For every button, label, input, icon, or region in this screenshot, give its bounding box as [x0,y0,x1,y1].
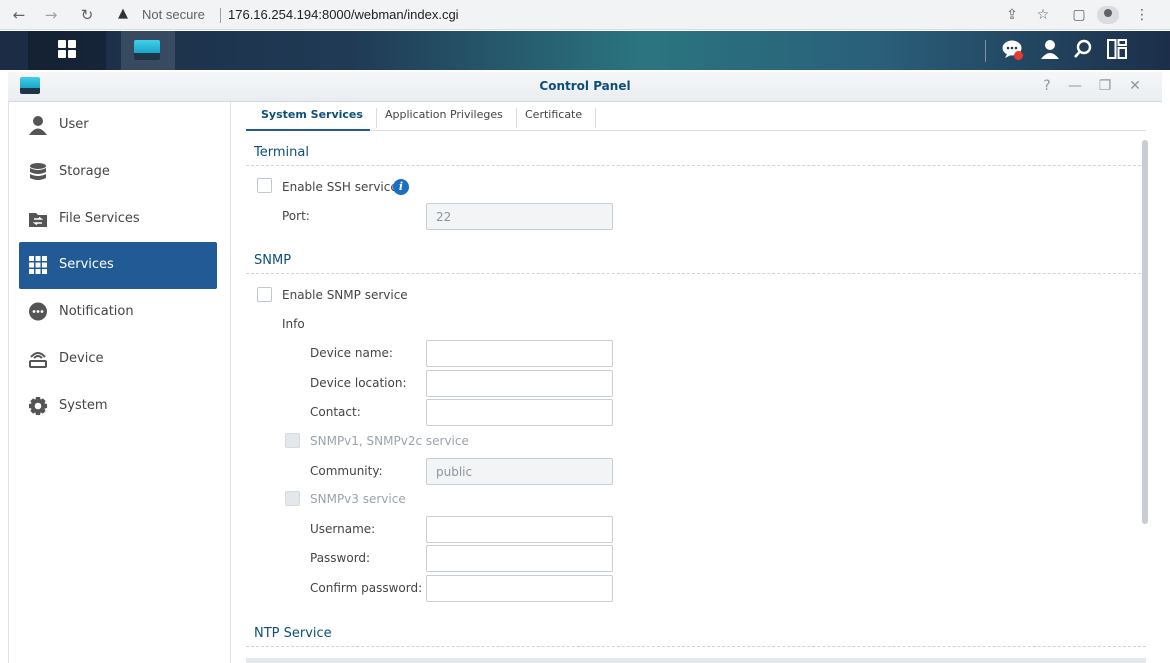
file-services-icon [28,209,48,229]
active-tab-indicator [246,129,370,131]
port-field[interactable]: 22 [426,203,613,230]
sidebar-item-device[interactable]: Device [19,336,217,383]
sidebar: User Storage File Services Services Noti… [8,102,231,663]
tab-system-services[interactable]: System Services [248,108,377,128]
snmp-v1v2c-label: SNMPv1, SNMPv2c service [310,434,469,448]
device-name-field[interactable] [426,340,613,367]
sidebar-item-label: Device [59,351,104,366]
snmp-v1v2c-checkbox[interactable] [285,433,300,448]
snmp-info-label: Info [282,317,305,331]
contact-field[interactable] [426,399,613,426]
enable-snmp-checkbox[interactable] [257,287,272,302]
system-icon [28,396,48,416]
maximize-icon[interactable]: ❐ [1096,77,1114,95]
address-bar[interactable]: ▲ Not secure 176.16.254.194:8000/webman/… [108,3,1108,27]
username-label: Username: [310,522,376,536]
port-label: Port: [282,209,310,223]
browser-toolbar: ← → ↻ ▲ Not secure 176.16.254.194:8000/w… [0,0,1170,30]
sidebar-item-label: Notification [59,304,134,319]
sidebar-item-file-services[interactable]: File Services [19,196,217,243]
kebab-menu-icon[interactable]: ⋮ [1131,4,1153,26]
widgets-icon[interactable] [1104,39,1130,63]
section-title-terminal: Terminal [254,145,309,160]
window-title: Control Panel [539,79,631,93]
main-menu-icon [58,40,76,58]
sidebar-item-label: User [59,117,89,132]
content-scrollbar[interactable] [1142,140,1148,524]
search-icon[interactable] [1070,39,1096,63]
main-content: System Services Application Privileges C… [232,102,1162,663]
sidebar-item-storage[interactable]: Storage [19,149,217,196]
enable-ssh-checkbox[interactable] [257,178,272,193]
device-icon [28,349,48,369]
back-arrow-icon[interactable]: ← [8,4,30,26]
sidebar-item-label: Storage [59,164,110,179]
services-icon [28,255,48,275]
warning-icon: ▲ [118,6,128,21]
confirm-password-field[interactable] [426,575,613,602]
sidebar-item-label: File Services [59,211,140,226]
taskbar-control-panel-button[interactable] [121,31,175,70]
password-field[interactable] [426,545,613,572]
device-location-label: Device location: [310,376,407,390]
profile-avatar-icon[interactable] [1097,6,1119,24]
info-icon[interactable]: i [393,179,409,195]
snmp-v3-checkbox[interactable] [285,491,300,506]
section-title-ntp: NTP Service [254,626,332,641]
notification-icon [28,302,48,322]
storage-icon [28,162,48,182]
security-label: Not secure [142,7,205,22]
tab-bar: System Services Application Privileges C… [246,102,1146,131]
user-menu-icon[interactable] [1037,39,1063,63]
sidebar-item-label: Services [59,257,114,272]
tab-certificate[interactable]: Certificate [512,108,597,128]
community-field[interactable]: public [426,458,613,485]
section-title-snmp: SNMP [254,253,292,268]
tab-application-privileges[interactable]: Application Privileges [372,108,517,128]
password-label: Password: [310,551,371,565]
sidebar-item-label: System [59,398,108,413]
side-panel-icon[interactable]: ▢ [1068,4,1090,26]
sidebar-item-services[interactable]: Services [19,242,217,289]
device-location-field[interactable] [426,370,613,397]
control-panel-icon [134,40,160,60]
sidebar-item-user[interactable]: User [19,102,217,149]
contact-label: Contact: [310,405,361,419]
window-titlebar[interactable]: Control Panel ? — ❐ ✕ [8,72,1162,102]
sidebar-item-notification[interactable]: Notification [19,289,217,336]
reload-icon[interactable]: ↻ [76,4,98,26]
confirm-password-label: Confirm password: [310,581,423,595]
username-field[interactable] [426,516,613,543]
sidebar-item-system[interactable]: System [19,383,217,430]
device-name-label: Device name: [310,346,393,360]
dsm-taskbar [0,31,1170,70]
snmp-v3-label: SNMPv3 service [310,492,406,506]
share-icon[interactable]: ⇪ [1001,4,1023,26]
minimize-icon[interactable]: — [1066,77,1084,95]
main-menu-button[interactable] [28,31,106,70]
enable-ssh-label: Enable SSH service [282,180,398,194]
help-icon[interactable]: ? [1038,77,1056,95]
close-icon[interactable]: ✕ [1126,77,1144,95]
notification-badge [1014,51,1023,60]
enable-snmp-label: Enable SNMP service [282,288,408,302]
user-icon [28,115,48,135]
forward-arrow-icon[interactable]: → [40,4,62,26]
bookmark-star-icon[interactable]: ☆ [1032,4,1054,26]
url-text[interactable]: 176.16.254.194:8000/webman/index.cgi [228,7,459,22]
community-label: Community: [310,464,383,478]
